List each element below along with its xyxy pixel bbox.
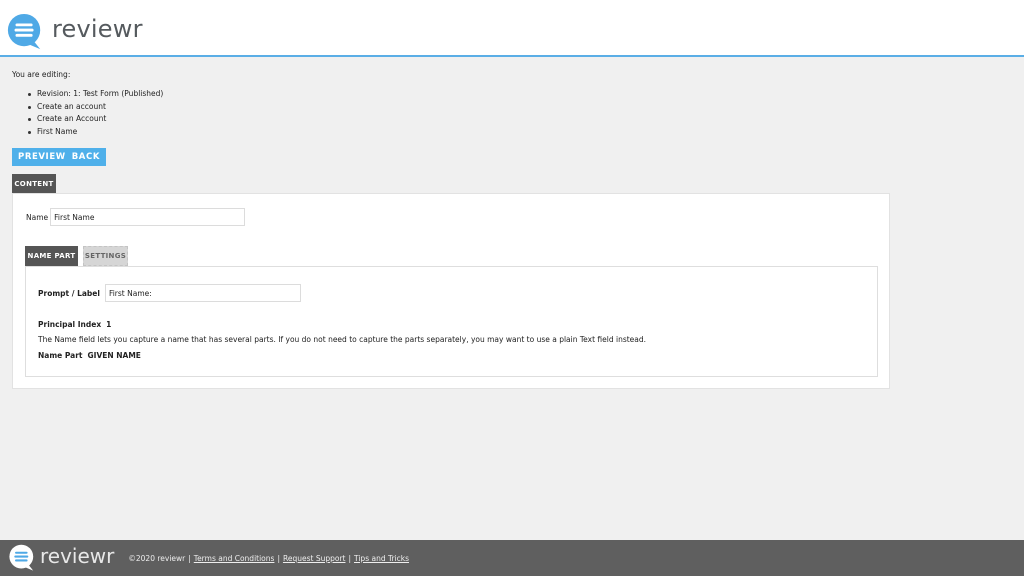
tab-content[interactable]: CONTENT <box>12 174 56 193</box>
sub-tabs: NAME PART SETTINGS <box>25 246 128 266</box>
preview-button[interactable]: PREVIEW <box>15 152 69 162</box>
breadcrumb-item: Create an Account <box>28 113 892 126</box>
footer-brand-name: reviewr <box>40 544 115 568</box>
prompt-input[interactable] <box>104 284 301 302</box>
prompt-label: Prompt / Label <box>38 288 100 298</box>
separator: | <box>348 553 351 563</box>
help-text: The Name field lets you capture a name t… <box>38 335 647 344</box>
chat-bubble-lines-icon <box>9 544 34 571</box>
site-header: reviewr <box>0 0 1024 57</box>
footer-links: ©2020 reviewr | Terms and Conditions | R… <box>128 554 409 563</box>
brand-name: reviewr <box>52 15 143 43</box>
back-button[interactable]: BACK <box>69 152 103 162</box>
site-footer: reviewr ©2020 reviewr | Terms and Condit… <box>0 540 1024 576</box>
tab-name-part[interactable]: NAME PART <box>25 246 78 266</box>
request-support-link[interactable]: Request Support <box>283 554 346 563</box>
principal-index-label: Principal Index <box>38 320 102 329</box>
breadcrumb-item: Revision: 1: Test Form (Published) <box>28 88 892 101</box>
tab-settings[interactable]: SETTINGS <box>83 246 128 266</box>
main-content: You are editing: Revision: 1: Test Form … <box>12 70 892 389</box>
principal-index-row: Principal Index 1 <box>38 320 111 329</box>
editing-breadcrumb: Revision: 1: Test Form (Published) Creat… <box>12 88 892 139</box>
name-part-label: Name Part <box>38 351 83 360</box>
footer-logo[interactable]: reviewr <box>8 544 114 572</box>
name-label: Name <box>26 212 49 222</box>
copyright-text: ©2020 reviewr <box>128 553 186 563</box>
name-part-row: Name Part GIVEN NAME <box>38 351 141 360</box>
content-panel: Name NAME PART SETTINGS Prompt / Label P… <box>12 193 890 389</box>
tips-and-tricks-link[interactable]: Tips and Tricks <box>354 554 409 563</box>
separator: | <box>188 553 191 563</box>
prompt-row: Prompt / Label <box>38 284 301 302</box>
terms-link[interactable]: Terms and Conditions <box>194 554 275 563</box>
action-bar: PREVIEW BACK <box>12 148 107 166</box>
brand-logo[interactable]: reviewr <box>6 13 143 51</box>
editing-label: You are editing: <box>12 70 71 79</box>
breadcrumb-item: First Name <box>28 126 892 139</box>
principal-index-value: 1 <box>106 320 112 329</box>
name-part-value: GIVEN NAME <box>87 351 141 360</box>
name-input[interactable] <box>50 208 246 226</box>
chat-bubble-lines-icon <box>7 13 41 50</box>
separator: | <box>277 553 280 563</box>
breadcrumb-item: Create an account <box>28 101 892 114</box>
name-row: Name <box>26 208 246 226</box>
name-part-panel: Prompt / Label Principal Index 1 The Name… <box>25 266 878 377</box>
